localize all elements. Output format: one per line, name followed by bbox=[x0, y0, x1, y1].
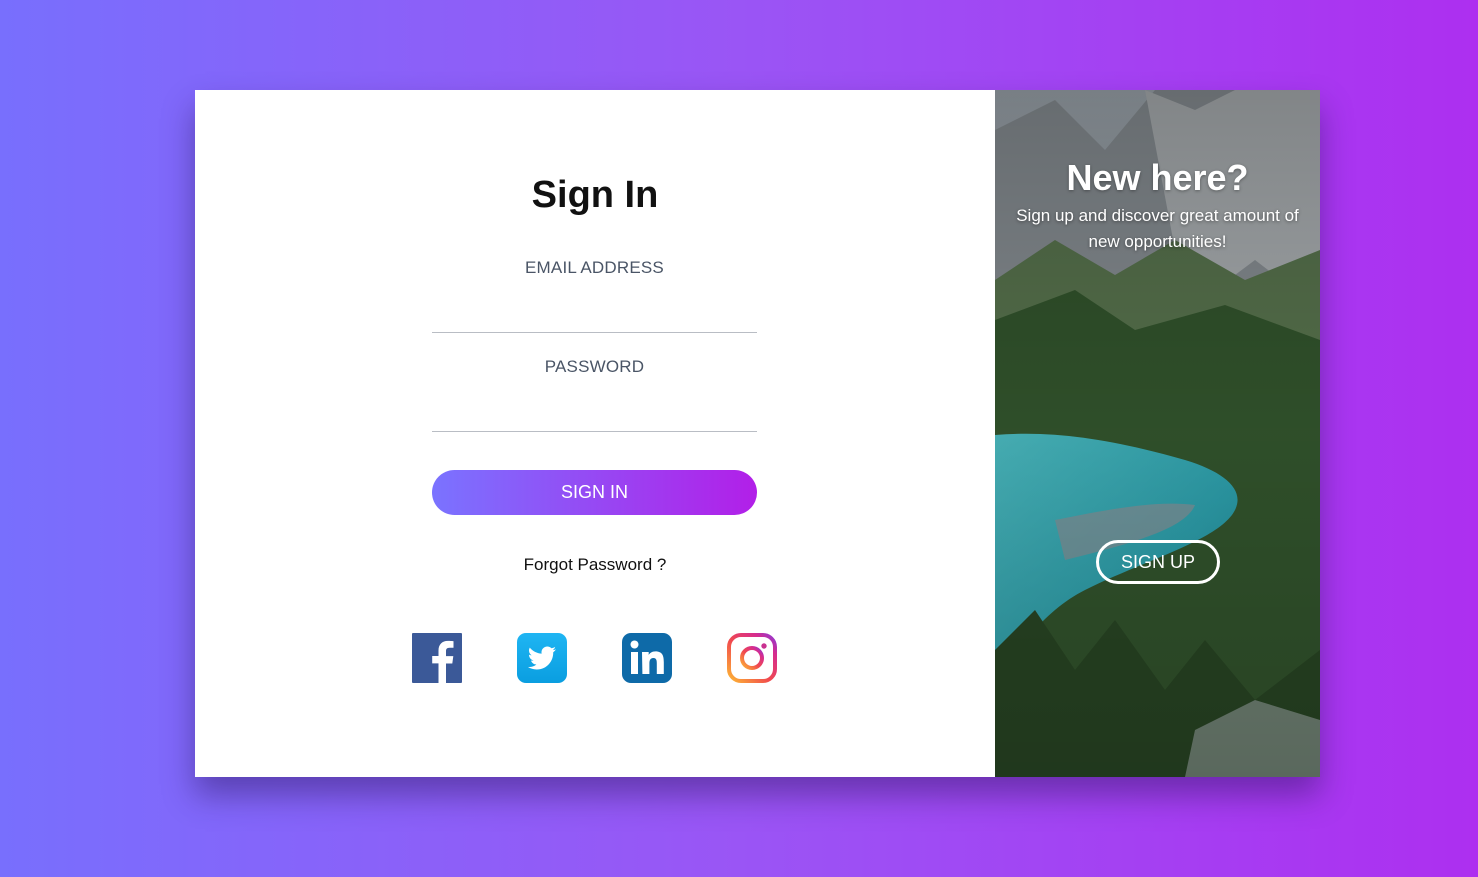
password-field[interactable] bbox=[432, 402, 757, 432]
sign-in-button[interactable]: SIGN IN bbox=[432, 470, 757, 515]
facebook-icon[interactable] bbox=[412, 633, 462, 683]
password-field-group: PASSWORD bbox=[432, 357, 757, 432]
promo-title: New here? bbox=[1066, 157, 1249, 198]
linkedin-icon[interactable] bbox=[622, 633, 672, 683]
promo-subtitle: Sign up and discover great amount of new… bbox=[1016, 206, 1299, 251]
signin-panel: Sign In EMAIL ADDRESS PASSWORD SIGN IN F… bbox=[195, 90, 995, 777]
page-title: Sign In bbox=[531, 174, 659, 216]
email-field-group: EMAIL ADDRESS bbox=[432, 258, 757, 333]
sign-up-button[interactable]: SIGN UP bbox=[1096, 540, 1220, 584]
forgot-password-link[interactable]: Forgot Password ? bbox=[195, 555, 995, 575]
password-label: PASSWORD bbox=[544, 357, 645, 376]
signup-panel: New here? Sign up and discover great amo… bbox=[995, 90, 1320, 777]
instagram-icon[interactable] bbox=[727, 633, 777, 683]
twitter-icon[interactable] bbox=[517, 633, 567, 683]
email-label: EMAIL ADDRESS bbox=[525, 258, 664, 277]
login-card: Sign In EMAIL ADDRESS PASSWORD SIGN IN F… bbox=[195, 90, 1320, 777]
email-field[interactable] bbox=[432, 303, 757, 333]
